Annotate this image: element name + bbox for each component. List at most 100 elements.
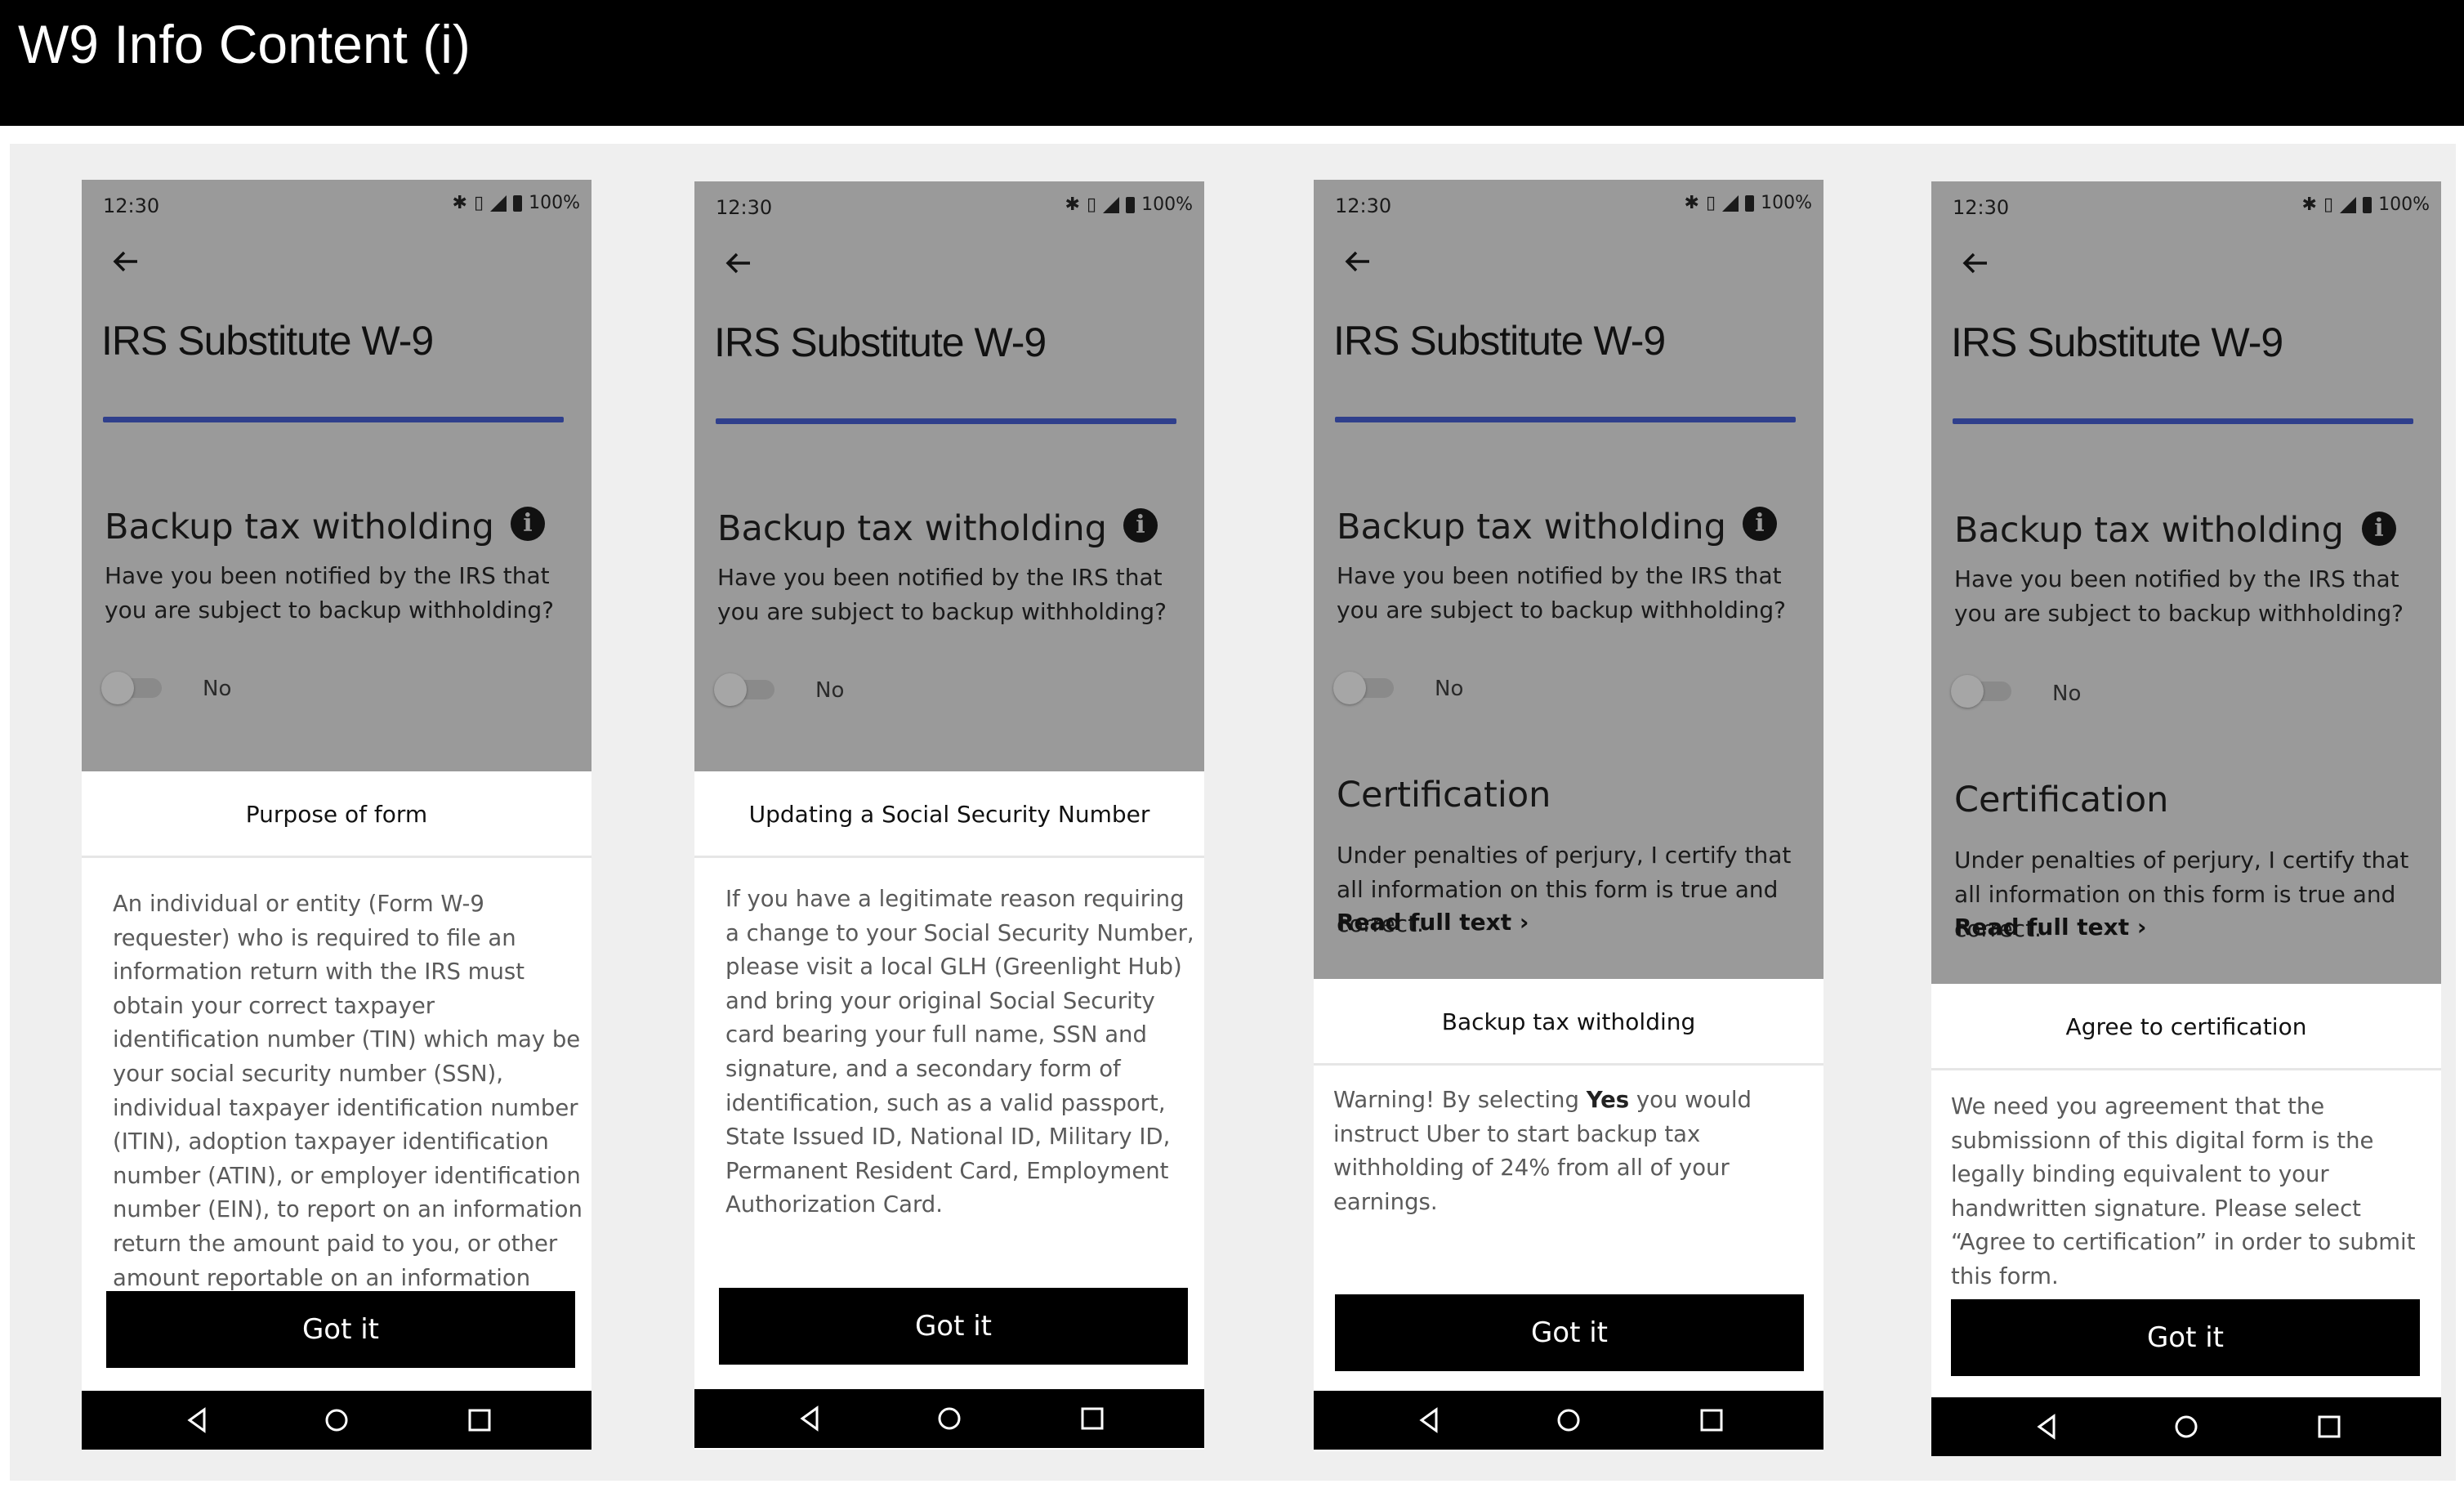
dimmed-form-background: 12:30 ✱ ▯ 100% IRS Substitute W-9 Backup… [1931, 181, 2441, 984]
back-arrow-icon[interactable] [722, 247, 755, 279]
toggle-label: No [203, 677, 232, 701]
info-icon[interactable]: i [1743, 507, 1777, 541]
toggle-label: No [815, 678, 845, 703]
phone-screen-updating-ssn: 12:30 ✱ ▯ 100% IRS Substitute W-9 Backup… [694, 181, 1204, 1450]
toggle-label: No [2052, 681, 2082, 706]
android-nav-bar [82, 1391, 591, 1450]
nav-back-icon[interactable] [2034, 1414, 2059, 1440]
back-arrow-icon[interactable] [1959, 247, 1992, 279]
warning-text-bold: Yes [1586, 1087, 1630, 1113]
got-it-button[interactable]: Got it [1951, 1299, 2420, 1376]
battery-icon [513, 194, 523, 212]
status-time: 12:30 [103, 194, 160, 217]
progress-bar [1953, 418, 2413, 424]
android-nav-bar [1314, 1391, 1823, 1450]
nav-recents-icon[interactable] [1699, 1407, 1724, 1433]
signal-icon [2340, 196, 2357, 213]
dimmed-form-background: 12:30 ✱ ▯ 100% IRS Substitute W-9 Backup… [82, 180, 591, 771]
toggle-knob [1333, 672, 1366, 704]
got-it-button[interactable]: Got it [719, 1288, 1188, 1365]
phone-screen-purpose-of-form: 12:30 ✱ ▯ 100% IRS Substitute W-9 Backup… [82, 180, 591, 1450]
battery-percent: 100% [529, 193, 580, 213]
nav-home-icon[interactable] [2173, 1414, 2199, 1440]
section-title: Backup tax witholding [717, 508, 1107, 549]
sheet-body: If you have a legitimate reason requirin… [694, 883, 1204, 1222]
nav-home-icon[interactable] [324, 1407, 350, 1433]
info-icon[interactable]: i [1123, 508, 1158, 543]
backup-withholding-toggle[interactable] [714, 673, 781, 706]
bluetooth-icon: ✱ [1684, 193, 1699, 213]
sheet-body: An individual or entity (Form W-9 reques… [82, 887, 591, 1329]
backup-withholding-toggle[interactable] [1333, 672, 1400, 704]
section-title: Backup tax witholding [1954, 510, 2344, 551]
page-title: W9 Info Content (i) [18, 14, 471, 74]
vibrate-icon: ▯ [473, 193, 484, 213]
battery-icon [1126, 196, 1136, 213]
status-time: 12:30 [716, 196, 773, 219]
nav-back-icon[interactable] [797, 1405, 822, 1432]
info-icon[interactable]: i [511, 507, 545, 541]
certification-title: Certification [1954, 780, 2169, 820]
read-full-text-link[interactable]: Read full text › [1954, 914, 2146, 941]
status-bar-icons: ✱ ▯ 100% [2302, 194, 2430, 215]
form-title: IRS Substitute W-9 [1951, 320, 2283, 365]
page-header: W9 Info Content (i) [0, 0, 2464, 126]
back-arrow-icon[interactable] [109, 245, 142, 278]
nav-back-icon[interactable] [1417, 1407, 1441, 1433]
battery-icon [1745, 194, 1755, 212]
progress-bar [716, 418, 1176, 424]
info-icon[interactable]: i [2362, 512, 2396, 546]
vibrate-icon: ▯ [2323, 194, 2334, 215]
sheet-title: Updating a Social Security Number [694, 771, 1204, 858]
vibrate-icon: ▯ [1086, 194, 1097, 215]
bluetooth-icon: ✱ [1065, 194, 1080, 215]
battery-percent: 100% [2378, 194, 2430, 215]
android-nav-bar [1931, 1397, 2441, 1456]
phone-screen-agree-certification: 12:30 ✱ ▯ 100% IRS Substitute W-9 Backup… [1931, 181, 2441, 1456]
warning-text-start: Warning! By selecting [1333, 1087, 1587, 1113]
certification-title: Certification [1337, 775, 1551, 816]
sheet-title: Agree to certification [1931, 984, 2441, 1070]
backup-withholding-toggle[interactable] [101, 672, 168, 704]
bluetooth-icon: ✱ [2301, 194, 2317, 215]
question-text: Have you been notified by the IRS that y… [1954, 565, 2404, 627]
nav-home-icon[interactable] [936, 1405, 962, 1432]
sheet-body: Warning! By selecting Yes you would inst… [1314, 1084, 1823, 1220]
status-bar-icons: ✱ ▯ 100% [1685, 193, 1812, 213]
bluetooth-icon: ✱ [452, 193, 467, 213]
android-nav-bar [694, 1389, 1204, 1448]
question-text: Have you been notified by the IRS that y… [1337, 562, 1787, 623]
section-title: Backup tax witholding [105, 507, 494, 547]
sheet-title: Backup tax witholding [1314, 979, 1823, 1066]
section-title: Backup tax witholding [1337, 507, 1726, 547]
form-title: IRS Substitute W-9 [714, 320, 1047, 365]
question-text: Have you been notified by the IRS that y… [717, 564, 1167, 625]
progress-bar [1335, 417, 1796, 422]
status-time: 12:30 [1335, 194, 1392, 217]
toggle-label: No [1435, 677, 1464, 701]
backup-withholding-toggle[interactable] [1951, 675, 2018, 708]
signal-icon [1722, 194, 1739, 212]
read-full-text-link[interactable]: Read full text › [1337, 909, 1529, 936]
battery-icon [2363, 196, 2372, 213]
got-it-button[interactable]: Got it [1335, 1294, 1804, 1371]
vibrate-icon: ▯ [1705, 193, 1716, 213]
phone-screen-backup-tax-info: 12:30 ✱ ▯ 100% IRS Substitute W-9 Backup… [1314, 180, 1823, 1451]
status-time: 12:30 [1953, 196, 2010, 219]
nav-back-icon[interactable] [185, 1407, 209, 1433]
back-arrow-icon[interactable] [1341, 245, 1374, 278]
battery-percent: 100% [1141, 194, 1193, 215]
signal-icon [1103, 196, 1120, 213]
progress-bar [103, 417, 564, 422]
nav-recents-icon[interactable] [1080, 1405, 1105, 1432]
sheet-title: Purpose of form [82, 771, 591, 858]
nav-recents-icon[interactable] [467, 1407, 492, 1433]
nav-recents-icon[interactable] [2317, 1414, 2341, 1440]
nav-home-icon[interactable] [1556, 1407, 1582, 1433]
dimmed-form-background: 12:30 ✱ ▯ 100% IRS Substitute W-9 Backup… [1314, 180, 1823, 979]
got-it-button[interactable]: Got it [106, 1291, 575, 1368]
question-text: Have you been notified by the IRS that y… [105, 562, 555, 623]
form-title: IRS Substitute W-9 [101, 318, 434, 364]
status-bar-icons: ✱ ▯ 100% [453, 193, 580, 213]
battery-percent: 100% [1761, 193, 1812, 213]
